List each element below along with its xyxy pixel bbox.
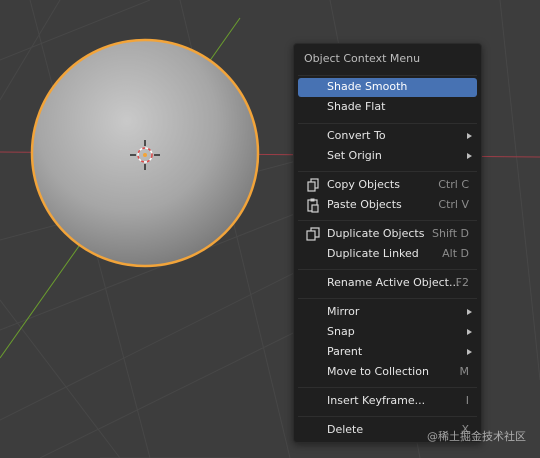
menu-separator	[298, 269, 477, 270]
submenu-arrow-icon	[467, 153, 472, 159]
shortcut-label: F2	[455, 276, 469, 289]
menu-item-label: Convert To	[327, 129, 386, 142]
submenu-arrow-icon	[467, 309, 472, 315]
watermark-text: @稀土掘金技术社区	[427, 430, 526, 443]
menu-item-shade-flat[interactable]: Shade Flat	[298, 98, 477, 117]
shortcut-label: Ctrl V	[438, 198, 469, 211]
menu-item-label: Shade Smooth	[327, 80, 408, 93]
menu-item-label: Delete	[327, 423, 364, 436]
menu-item-label: Parent	[327, 345, 363, 358]
menu-separator	[298, 75, 477, 76]
copy-icon	[307, 178, 319, 192]
menu-title: Object Context Menu	[304, 52, 421, 65]
menu-item-label: Duplicate Linked	[327, 247, 419, 260]
menu-separator	[298, 298, 477, 299]
menu-item-snap[interactable]: Snap	[298, 323, 477, 342]
shortcut-label: M	[459, 365, 470, 378]
menu-item-duplicate-linked[interactable]: Duplicate Linked Alt D	[298, 245, 477, 264]
menu-item-move-to-collection[interactable]: Move to Collection M	[298, 363, 477, 382]
menu-item-parent[interactable]: Parent	[298, 343, 477, 362]
menu-item-rename-active-object[interactable]: Rename Active Object... F2	[298, 274, 477, 293]
menu-item-label: Paste Objects	[327, 198, 402, 211]
menu-item-convert-to[interactable]: Convert To	[298, 127, 477, 146]
menu-item-label: Copy Objects	[327, 178, 400, 191]
menu-separator	[298, 123, 477, 124]
object-context-menu: Object Context Menu Shade Smooth Shade F…	[293, 43, 482, 443]
menu-item-mirror[interactable]: Mirror	[298, 303, 477, 322]
paste-icon	[307, 198, 319, 213]
menu-item-copy-objects[interactable]: Copy Objects Ctrl C	[298, 176, 477, 195]
duplicate-icon	[306, 227, 320, 241]
shortcut-label: Shift D	[432, 227, 469, 240]
shortcut-label: Alt D	[442, 247, 469, 260]
menu-separator	[298, 416, 477, 417]
menu-separator	[298, 220, 477, 221]
menu-item-label: Rename Active Object...	[327, 276, 460, 289]
menu-separator	[298, 387, 477, 388]
menu-item-label: Set Origin	[327, 149, 382, 162]
menu-item-set-origin[interactable]: Set Origin	[298, 147, 477, 166]
menu-item-label: Mirror	[327, 305, 360, 318]
shortcut-label: I	[465, 394, 469, 407]
submenu-arrow-icon	[467, 329, 472, 335]
menu-item-label: Shade Flat	[327, 100, 386, 113]
submenu-arrow-icon	[467, 133, 472, 139]
menu-item-paste-objects[interactable]: Paste Objects Ctrl V	[298, 196, 477, 215]
menu-separator	[298, 171, 477, 172]
menu-item-shade-smooth[interactable]: Shade Smooth	[298, 78, 477, 97]
submenu-arrow-icon	[467, 349, 472, 355]
menu-item-label: Snap	[327, 325, 355, 338]
menu-item-label: Move to Collection	[327, 365, 429, 378]
menu-item-insert-keyframe[interactable]: Insert Keyframe... I	[298, 392, 477, 411]
menu-item-label: Duplicate Objects	[327, 227, 425, 240]
shortcut-label: Ctrl C	[438, 178, 469, 191]
menu-item-label: Insert Keyframe...	[327, 394, 426, 407]
menu-item-duplicate-objects[interactable]: Duplicate Objects Shift D	[298, 225, 477, 244]
